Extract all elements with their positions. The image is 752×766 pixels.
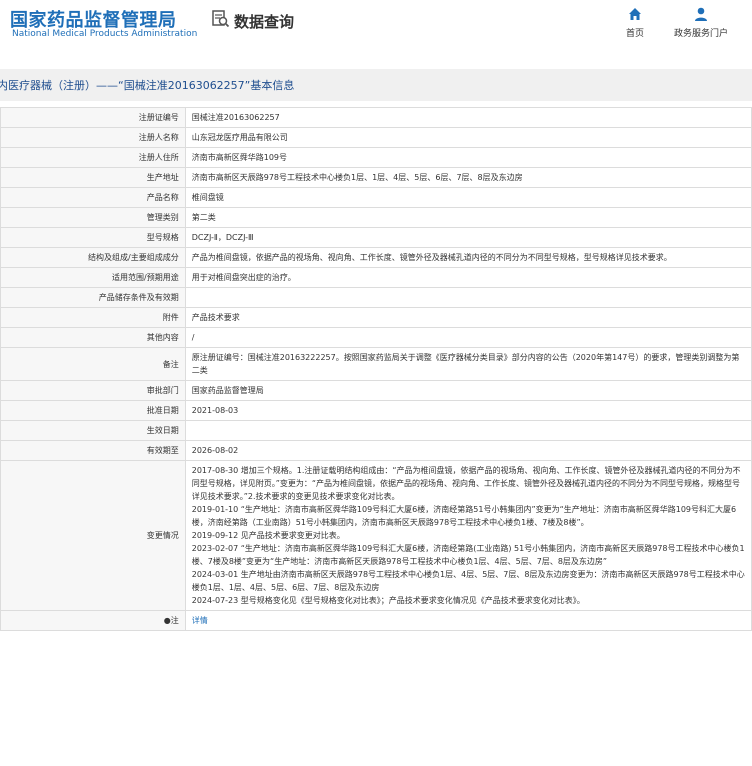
table-row: 结构及组成/主要组成成分 产品为椎间盘镜，依据产品的视场角、视向角、工作长度、镜管…: [0, 247, 752, 268]
user-icon: [693, 6, 709, 22]
row-label: 产品储存条件及有效期: [0, 287, 186, 308]
row-label: 批准日期: [0, 400, 186, 421]
row-value: DCZJ-Ⅱ，DCZJ-Ⅲ: [184, 227, 752, 248]
row-value: 2021-08-03: [184, 400, 752, 421]
table-row: ●注 详情: [0, 610, 752, 631]
row-value: 济南市高新区天辰路978号工程技术中心楼负1层、1层、4层、5层、6层、7层、8…: [184, 167, 752, 188]
row-value: 第二类: [184, 207, 752, 228]
row-value: 详情: [184, 610, 752, 631]
row-label: 生效日期: [0, 420, 186, 441]
row-label: 审批部门: [0, 380, 186, 401]
site-header: 国家药品监督管理局 National Medical Products Admi…: [0, 0, 752, 56]
row-label: 其他内容: [0, 327, 186, 348]
table-row: 管理类别 第二类: [0, 207, 752, 228]
row-label: 注册人住所: [0, 147, 186, 168]
row-label: 有效期至: [0, 440, 186, 461]
row-label: ●注: [0, 610, 186, 631]
nav-service-portal[interactable]: 政务服务门户: [674, 6, 728, 39]
table-row: 审批部门 国家药品监督管理局: [0, 380, 752, 401]
table-row: 有效期至 2026-08-02: [0, 440, 752, 461]
table-row: 注册人住所 济南市高新区舜华路109号: [0, 147, 752, 168]
table-row: 产品名称 椎间盘镜: [0, 187, 752, 208]
table-row: 批准日期 2021-08-03: [0, 400, 752, 421]
table-row: 生产地址 济南市高新区天辰路978号工程技术中心楼负1层、1层、4层、5层、6层、…: [0, 167, 752, 188]
row-value: 济南市高新区舜华路109号: [184, 147, 752, 168]
row-label: 备注: [0, 347, 186, 381]
table-row: 附件 产品技术要求: [0, 307, 752, 328]
table-row: 型号规格 DCZJ-Ⅱ，DCZJ-Ⅲ: [0, 227, 752, 248]
row-value: 国家药品监督管理局: [184, 380, 752, 401]
detail-table: 注册证编号 国械注准20163062257 注册人名称 山东冠龙医疗用品有限公司 注册人…: [0, 107, 752, 631]
row-value: 2017-08-30 增加三个规格。1.注册证载明结构组成由：“产品为椎间盘镜，…: [184, 460, 752, 611]
table-row: 产品储存条件及有效期: [0, 287, 752, 308]
document-search-icon: [212, 10, 230, 32]
table-row: 变更情况 2017-08-30 增加三个规格。1.注册证载明结构组成由：“产品为椎…: [0, 460, 752, 611]
row-value: 产品技术要求: [184, 307, 752, 328]
nav-service-portal-label: 政务服务门户: [674, 29, 729, 39]
table-row: 注册人名称 山东冠龙医疗用品有限公司: [0, 127, 752, 148]
table-row: 其他内容 /: [0, 327, 752, 348]
row-label: 适用范围/预期用途: [0, 267, 186, 288]
row-value: 椎间盘镜: [184, 187, 752, 208]
query-title: 数据查询: [234, 12, 295, 31]
row-label: 附件: [0, 307, 186, 328]
details-link[interactable]: 详情: [192, 616, 208, 625]
row-value: 2026-08-02: [184, 440, 752, 461]
row-label: 变更情况: [0, 460, 186, 611]
row-label: 注册证编号: [0, 107, 186, 128]
query-section: 数据查询: [212, 10, 294, 32]
logo-subtitle: National Medical Products Administration: [12, 29, 198, 39]
row-label: 产品名称: [0, 187, 186, 208]
row-value: /: [184, 327, 752, 348]
table-row: 适用范围/预期用途 用于对椎间盘突出症的治疗。: [0, 267, 752, 288]
page-title: 境内医疗器械（注册）——“国械注准20163062257”基本信息: [0, 79, 295, 92]
row-value: 用于对椎间盘突出症的治疗。: [184, 267, 752, 288]
row-value: [184, 287, 752, 308]
row-label: 注册人名称: [0, 127, 186, 148]
row-label: 结构及组成/主要组成成分: [0, 247, 186, 268]
row-value: 产品为椎间盘镜，依据产品的视场角、视向角、工作长度、镜管外径及器械孔道内径的不同…: [184, 247, 752, 268]
row-value: 原注册证编号：国械注准20163222257。按照国家药监局关于调整《医疗器械分…: [184, 347, 752, 381]
nav-home[interactable]: 首页: [626, 6, 644, 39]
row-value: 山东冠龙医疗用品有限公司: [184, 127, 752, 148]
row-label: 生产地址: [0, 167, 186, 188]
nav-home-label: 首页: [626, 29, 645, 39]
row-value: 国械注准20163062257: [184, 107, 752, 128]
table-row: 备注 原注册证编号：国械注准20163222257。按照国家药监局关于调整《医疗器…: [0, 347, 752, 381]
table-row: 注册证编号 国械注准20163062257: [0, 107, 752, 128]
row-label: 管理类别: [0, 207, 186, 228]
page-title-bar: 境内医疗器械（注册）——“国械注准20163062257”基本信息: [0, 69, 752, 101]
row-label: 型号规格: [0, 227, 186, 248]
row-value: [184, 420, 752, 441]
table-row: 生效日期: [0, 420, 752, 441]
home-icon: [627, 6, 643, 22]
